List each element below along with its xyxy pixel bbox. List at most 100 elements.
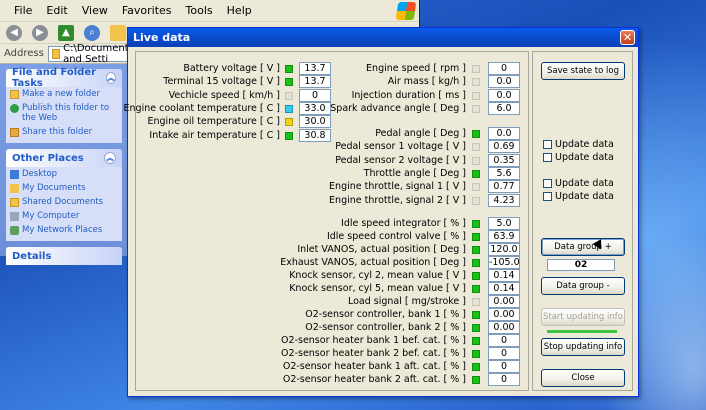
parameter-value: 0.0	[488, 75, 520, 89]
save-state-button[interactable]: Save state to log	[541, 62, 625, 80]
live-data-row: Engine throttle, signal 2 [ V ] 4.23	[136, 193, 530, 207]
live-data-row: Throttle angle [ Deg ] 5.6	[136, 166, 530, 180]
globe-icon	[10, 104, 19, 113]
checkbox[interactable]	[543, 179, 552, 188]
network-places-icon	[10, 226, 19, 235]
data-group-number: 02	[547, 259, 615, 271]
menu-edit[interactable]: Edit	[46, 4, 67, 17]
live-data-row: O2-sensor controller, bank 1 [ % ] 0.00	[136, 308, 530, 321]
parameter-label: Pedal angle [ Deg ]	[375, 128, 466, 139]
place-desktop[interactable]: Desktop	[6, 167, 122, 181]
parameter-label: O2-sensor heater bank 2 aft. cat. [ % ]	[282, 374, 466, 385]
parameter-value: 0.0	[488, 127, 520, 140]
collapse-chevron-icon[interactable]: ︽	[106, 72, 116, 84]
live-data-row: Engine oil temperature [ C ] 30.0	[136, 115, 530, 129]
data-group-plus-button[interactable]: Data group +	[541, 238, 625, 256]
menu-file[interactable]: File	[14, 4, 32, 17]
live-data-row: Pedal angle [ Deg ] 0.0	[136, 127, 530, 140]
task-share-folder[interactable]: Share this folder	[6, 125, 122, 139]
live-data-row: Knock sensor, cyl 5, mean value [ V ] 0.1…	[136, 282, 530, 295]
status-indicator-icon	[472, 183, 480, 192]
collapse-chevron-icon[interactable]: ︽	[104, 152, 116, 164]
close-button[interactable]: Close	[541, 369, 625, 387]
status-indicator-icon	[472, 233, 480, 241]
parameter-label: Air mass [ kg/h ]	[387, 76, 466, 88]
place-label: My Computer	[22, 211, 80, 221]
other-places-header[interactable]: Other Places ︽	[6, 149, 122, 167]
status-indicator-icon	[472, 143, 480, 152]
checkbox[interactable]	[543, 153, 552, 162]
live-data-row: Load signal [ mg/stroke ] 0.00	[136, 295, 530, 308]
parameter-label: Spark advance angle [ Deg ]	[330, 102, 466, 114]
live-data-titlebar[interactable]: Live data ✕	[128, 28, 638, 47]
status-indicator-icon	[472, 169, 480, 178]
place-my-documents[interactable]: My Documents	[6, 181, 122, 195]
status-indicator-icon	[472, 65, 480, 73]
forward-icon[interactable]: ▶	[32, 24, 48, 41]
search-icon[interactable]: ⌕	[84, 24, 100, 41]
status-indicator-icon	[472, 285, 480, 293]
folders-icon[interactable]	[110, 24, 126, 41]
place-label: My Network Places	[22, 225, 103, 235]
live-data-row: Spark advance angle [ Deg ] 6.0	[136, 101, 530, 115]
menu-help[interactable]: Help	[227, 4, 252, 17]
parameter-value: 120.0	[488, 243, 520, 256]
parameter-value: 6.0	[488, 101, 520, 115]
status-indicator-icon	[472, 156, 480, 165]
parameter-value: 0.00	[488, 321, 520, 334]
status-indicator-icon	[472, 91, 480, 100]
parameter-label: O2-sensor heater bank 1 aft. cat. [ % ]	[282, 361, 466, 372]
menu-view[interactable]: View	[82, 4, 108, 17]
start-updating-button[interactable]: Start updating info	[541, 308, 625, 326]
data-group-minus-button[interactable]: Data group -	[541, 277, 625, 295]
status-indicator-icon	[472, 259, 480, 267]
checkbox-label: Update data	[555, 139, 614, 150]
new-folder-icon	[10, 90, 19, 99]
place-shared-documents[interactable]: Shared Documents	[6, 195, 122, 209]
live-data-row: Idle speed control valve [ % ] 63.9	[136, 230, 530, 243]
parameter-label: Engine speed [ rpm ]	[366, 63, 466, 74]
live-data-panel: Battery voltage [ V ] 13.7 Terminal 15 vol…	[124, 51, 530, 391]
menu-favorites[interactable]: Favorites	[122, 4, 172, 17]
status-indicator-icon	[472, 337, 480, 345]
parameter-label: Throttle angle [ Deg ]	[363, 167, 466, 179]
address-label: Address	[4, 48, 44, 59]
explorer-task-pane: File and Folder Tasks ︽ Make a new folde…	[0, 64, 128, 265]
task-publish-web[interactable]: Publish this folder to the Web	[6, 101, 122, 125]
file-folder-tasks-header[interactable]: File and Folder Tasks ︽	[6, 67, 122, 89]
folder-up-icon[interactable]: ▲	[58, 24, 74, 41]
parameter-value: 0.00	[488, 295, 520, 308]
task-make-folder[interactable]: Make a new folder	[6, 87, 122, 101]
close-x-icon[interactable]: ✕	[620, 30, 635, 45]
window-title: Live data	[133, 31, 191, 44]
task-label: Share this folder	[22, 127, 93, 137]
update-data-checkbox-3[interactable]: Update data	[543, 178, 614, 189]
back-icon[interactable]: ◀	[6, 24, 22, 41]
parameter-value: 0	[488, 373, 520, 386]
details-header[interactable]: Details	[6, 247, 122, 265]
live-data-controls: Save state to log Update data Update dat…	[532, 51, 633, 391]
checkbox[interactable]	[543, 192, 552, 201]
place-network[interactable]: My Network Places	[6, 223, 122, 237]
parameter-value: 0	[488, 334, 520, 347]
update-data-checkbox-2[interactable]: Update data	[543, 152, 614, 163]
live-data-row: O2-sensor controller, bank 2 [ % ] 0.00	[136, 321, 530, 334]
parameter-value: 30.0	[299, 115, 331, 129]
status-indicator-icon	[472, 272, 480, 280]
file-folder-tasks-panel: File and Folder Tasks ︽ Make a new folde…	[6, 67, 122, 143]
place-my-computer[interactable]: My Computer	[6, 209, 122, 223]
stop-updating-button[interactable]: Stop updating info	[541, 338, 625, 356]
parameter-value: 0	[488, 347, 520, 360]
live-data-row: O2-sensor heater bank 1 bef. cat. [ % ] 0	[136, 334, 530, 347]
parameter-value: 0.00	[488, 308, 520, 321]
update-data-checkbox-4[interactable]: Update data	[543, 191, 614, 202]
parameter-label: O2-sensor heater bank 1 bef. cat. [ % ]	[281, 335, 466, 346]
file-folder-tasks-title: File and Folder Tasks	[12, 67, 97, 89]
update-data-checkbox-1[interactable]: Update data	[543, 139, 614, 150]
menu-tools[interactable]: Tools	[186, 4, 213, 17]
parameter-label: Injection duration [ ms ]	[351, 89, 466, 101]
checkbox[interactable]	[543, 140, 552, 149]
status-indicator-icon	[472, 350, 480, 358]
address-input[interactable]: C:\Documents and Setti	[47, 43, 139, 65]
parameter-value: 0.69	[488, 140, 520, 154]
